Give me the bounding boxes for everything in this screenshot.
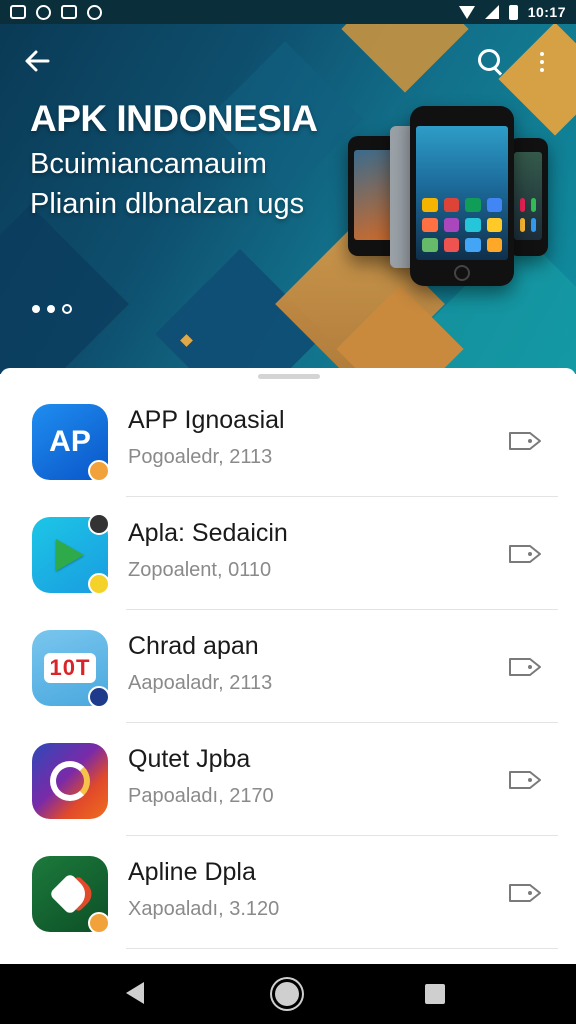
page-dot-active[interactable]	[62, 304, 72, 314]
more-vertical-icon-dot	[540, 60, 544, 64]
more-vertical-icon	[540, 52, 544, 56]
photo-icon	[61, 5, 77, 19]
list-item[interactable]: AP APP Ignoasial Pogoaledr, 2113	[0, 384, 576, 497]
nav-back-icon[interactable]	[126, 982, 144, 1004]
system-nav-bar	[0, 964, 576, 1024]
more-vertical-icon-dot	[540, 68, 544, 72]
game-app-icon: 10T	[32, 630, 110, 708]
list-item[interactable]: Qutet Jpba Papoaladı, 2170	[0, 723, 576, 836]
tag-button[interactable]	[506, 878, 544, 908]
more-options-button[interactable]	[530, 46, 554, 78]
tag-button[interactable]	[506, 426, 544, 456]
app-meta: Xapoaladı, 3.120	[128, 898, 280, 920]
tag-button[interactable]	[506, 539, 544, 569]
app-name: APP Ignoasial	[128, 406, 285, 434]
nav-home-icon[interactable]	[275, 982, 299, 1006]
search-button[interactable]	[474, 46, 506, 78]
ring-icon	[50, 761, 90, 801]
status-right-icons: 10:17	[458, 4, 566, 20]
list-item[interactable]: Apline Dpla Xapoaladı, 3.120	[0, 836, 576, 949]
status-left-icons	[10, 4, 102, 20]
list-item[interactable]: 10T Chrad apan Aapoaladr, 2113	[0, 610, 576, 723]
banner-subtitle-line2: Plianin dlbnalzan ugs	[30, 188, 305, 220]
drag-handle[interactable]	[258, 374, 320, 379]
ring-app-icon	[32, 743, 108, 819]
rocket-app-icon	[32, 856, 110, 934]
battery-icon	[508, 4, 518, 20]
app-name: Qutet Jpba	[128, 745, 251, 773]
nav-recents-icon[interactable]	[425, 984, 445, 1004]
hero-banner[interactable]: APK INDONESIA Bcuimiancamauim Plianin dl…	[0, 24, 576, 374]
clock-icon	[36, 4, 51, 20]
tag-icon	[509, 658, 541, 676]
app-meta: Papoaladı, 2170	[128, 785, 274, 807]
ap-app-icon: AP	[32, 404, 110, 482]
lock-icon	[87, 4, 102, 20]
app-name: Apline Dpla	[128, 858, 256, 886]
status-time: 10:17	[527, 4, 566, 20]
app-meta: Pogoaledr, 2113	[128, 446, 273, 468]
app-list-sheet: AP APP Ignoasial Pogoaledr, 2113 Apla: S…	[0, 368, 576, 964]
status-bar: 10:17	[0, 0, 576, 24]
app-icon-label: AP	[49, 425, 91, 458]
banner-decoration	[0, 205, 129, 374]
app-name: Chrad apan	[128, 632, 259, 660]
badge-icon	[88, 460, 110, 482]
app-list: AP APP Ignoasial Pogoaledr, 2113 Apla: S…	[0, 384, 576, 949]
badge-icon	[88, 573, 110, 595]
app-icon-label: 10T	[43, 653, 97, 683]
app-bar	[0, 24, 576, 98]
tag-button[interactable]	[506, 765, 544, 795]
list-item[interactable]: Apla: Sedaicin Zopoalent, 0110	[0, 497, 576, 610]
tag-icon	[509, 545, 541, 563]
tag-icon	[509, 884, 541, 902]
app-meta: Zopoalent, 0110	[128, 559, 272, 581]
badge-icon	[88, 912, 110, 934]
wifi-icon	[458, 5, 475, 19]
phone-illustration	[508, 138, 548, 256]
phone-illustration	[410, 106, 514, 286]
page-dot[interactable]	[47, 305, 55, 313]
badge-icon	[88, 513, 110, 535]
page-dot[interactable]	[32, 305, 40, 313]
search-icon-handle	[492, 66, 503, 76]
signal-icon	[484, 5, 499, 19]
back-button[interactable]	[22, 46, 54, 78]
page-indicator	[32, 304, 72, 314]
tag-button[interactable]	[506, 652, 544, 682]
banner-title: APK INDONESIA	[30, 98, 318, 139]
tag-icon	[509, 771, 541, 789]
gallery-icon	[10, 5, 26, 19]
app-meta: Aapoaladr, 2113	[128, 672, 273, 694]
tag-icon	[509, 432, 541, 450]
play-icon	[56, 539, 84, 571]
badge-icon	[88, 686, 110, 708]
play-app-icon	[32, 513, 110, 595]
rocket-icon	[48, 872, 92, 916]
app-name: Apla: Sedaicin	[128, 519, 288, 547]
arrow-left-icon	[25, 50, 50, 72]
banner-subtitle-line1: Bcuimiancamauim	[30, 148, 267, 180]
